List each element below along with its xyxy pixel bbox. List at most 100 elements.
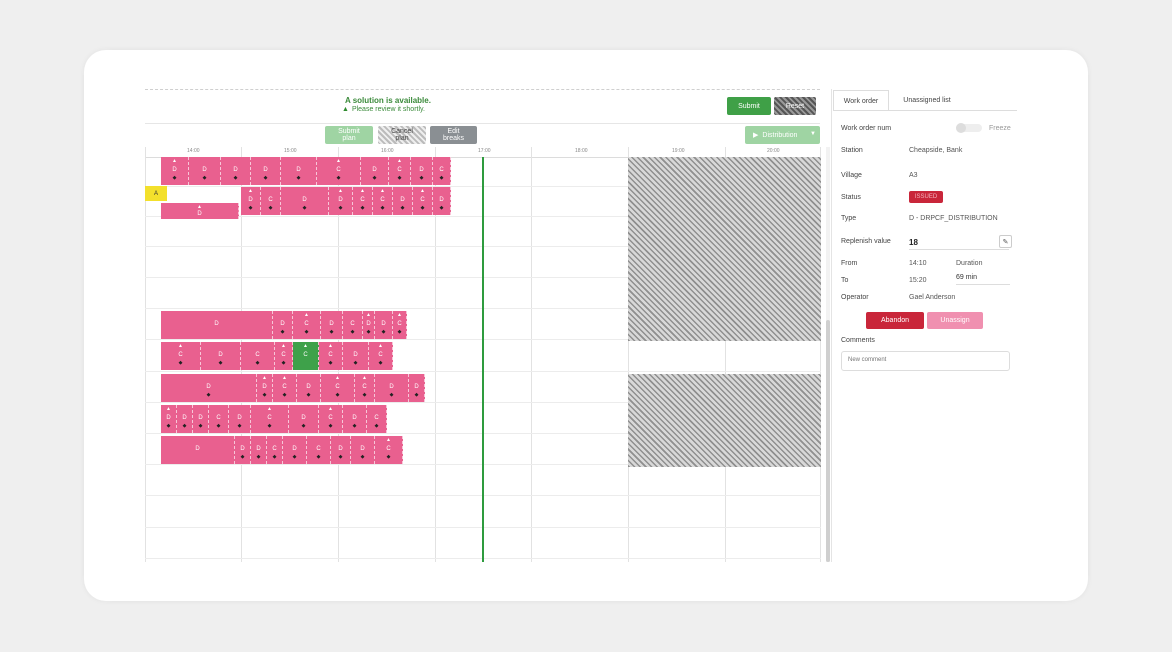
replenish-value[interactable]: 18	[909, 238, 918, 247]
work-order-block[interactable]: D ◆	[297, 374, 321, 402]
unassign-button[interactable]: Unassign	[927, 312, 983, 329]
work-order-block[interactable]: ▲ C ◆	[321, 374, 355, 402]
duration-label: Duration	[956, 260, 983, 267]
work-order-block[interactable]: D ◆	[161, 374, 257, 402]
work-order-block[interactable]: ▲ C ◆	[319, 342, 343, 370]
submit-button[interactable]: Submit	[727, 97, 771, 115]
status-badge: ISSUED	[909, 191, 943, 203]
diamond-icon: ◆	[336, 175, 341, 181]
reset-button[interactable]: Reset	[774, 97, 816, 115]
tab-unassigned-list[interactable]: Unassigned list	[892, 90, 962, 110]
work-order-block[interactable]: ▲ C ◆	[273, 374, 297, 402]
cancel-plan-button[interactable]: Cancel plan	[378, 126, 426, 144]
work-order-block[interactable]: C ◆	[367, 405, 387, 433]
work-order-block[interactable]: ▲ C ◆	[275, 342, 293, 370]
village-label: Village	[841, 172, 862, 179]
work-order-block[interactable]: D ◆	[281, 157, 317, 185]
work-order-block[interactable]: D ◆	[321, 311, 343, 339]
diamond-icon: ◆	[397, 175, 402, 181]
alert-triangle-icon: ▲	[282, 375, 287, 381]
work-order-block[interactable]: D ◆	[331, 436, 351, 464]
work-order-type: D	[372, 167, 377, 173]
work-order-block[interactable]: C ◆	[261, 187, 281, 215]
work-order-block[interactable]: ▲ C	[293, 342, 319, 370]
work-order-block[interactable]: ▲ D ◆	[329, 187, 353, 215]
work-order-block[interactable]: D ◆	[411, 157, 433, 185]
diamond-icon: ◆	[280, 329, 285, 335]
work-order-block[interactable]: D ◆	[201, 342, 241, 370]
comment-input[interactable]	[841, 351, 1010, 371]
work-order-block[interactable]: ▲ C ◆	[373, 187, 393, 215]
work-order-block[interactable]: D ◆	[281, 187, 329, 215]
freeze-toggle[interactable]	[956, 123, 982, 133]
work-order-block[interactable]: D ◆	[409, 374, 425, 402]
work-order-block[interactable]: D ◆	[361, 157, 389, 185]
work-order-block[interactable]: D ◆	[375, 374, 409, 402]
diamond-icon: ◆	[380, 205, 385, 211]
work-order-block[interactable]: D ◆	[235, 436, 251, 464]
work-order-block[interactable]: ▲ C ◆	[413, 187, 433, 215]
work-order-block[interactable]: ▲ D ◆	[161, 405, 177, 433]
tab-work-order[interactable]: Work order	[833, 90, 889, 111]
yellow-tag[interactable]: A	[145, 186, 167, 201]
work-order-block[interactable]: ▲ C ◆	[161, 342, 201, 370]
work-order-type: D	[263, 167, 268, 173]
timeline-tick: 16:00	[381, 148, 394, 154]
work-order-block[interactable]: D	[161, 311, 273, 339]
work-order-block[interactable]: C ◆	[433, 157, 451, 185]
work-order-block[interactable]: ▲ C ◆	[317, 157, 361, 185]
work-order-block[interactable]: ▲ C ◆	[355, 374, 375, 402]
work-order-block[interactable]: D ◆	[283, 436, 307, 464]
work-order-type: C	[336, 167, 341, 173]
work-order-block[interactable]: ▲ C ◆	[293, 311, 321, 339]
work-order-block[interactable]: ▲ D ◆	[257, 374, 273, 402]
distribution-button[interactable]: ▶ Distribution ▼	[745, 126, 820, 144]
work-order-block[interactable]: ▲ D ◆	[161, 157, 189, 185]
work-order-block[interactable]: ▲ C ◆	[369, 342, 393, 370]
pencil-icon[interactable]: ✎	[999, 235, 1012, 248]
work-order-block[interactable]: ▲ C ◆	[353, 187, 373, 215]
work-order-block[interactable]: D ◆	[433, 187, 451, 215]
work-order-block[interactable]: D ◆	[221, 157, 251, 185]
abandon-button[interactable]: Abandon	[866, 312, 924, 329]
diamond-icon: ◆	[338, 454, 343, 460]
work-order-block[interactable]: D ◆	[289, 405, 319, 433]
work-order-block[interactable]: C ◆	[343, 311, 363, 339]
work-order-block[interactable]: ▲ C ◆	[319, 405, 343, 433]
work-order-block[interactable]: ▲ C ◆	[251, 405, 289, 433]
edit-breaks-button[interactable]: Edit breaks	[430, 126, 477, 144]
work-order-block[interactable]: D ◆	[193, 405, 209, 433]
work-order-block[interactable]: ▲ C ◆	[389, 157, 411, 185]
work-order-block[interactable]: ▲ D ◆	[241, 187, 261, 215]
work-order-block[interactable]: D ◆	[251, 157, 281, 185]
work-order-type: D	[381, 321, 386, 327]
work-order-type: C	[380, 197, 385, 203]
work-order-block[interactable]: C ◆	[267, 436, 283, 464]
banner-subtitle: ▲ Please review it shortly.	[342, 106, 425, 113]
work-order-block[interactable]: ▲ D	[161, 203, 239, 219]
work-order-block[interactable]: D ◆	[351, 436, 375, 464]
submit-plan-button[interactable]: Submit plan	[325, 126, 373, 144]
work-order-type: D	[302, 197, 307, 203]
work-order-block[interactable]: D ◆	[273, 311, 293, 339]
work-order-block[interactable]: ▲ D ◆	[363, 311, 375, 339]
chevron-down-icon[interactable]: ▼	[810, 131, 816, 137]
work-order-block[interactable]: D ◆	[189, 157, 221, 185]
work-order-block[interactable]: D ◆	[343, 342, 369, 370]
work-order-block[interactable]: ▲ C ◆	[393, 311, 407, 339]
diamond-icon: ◆	[218, 360, 223, 366]
work-order-block[interactable]: D ◆	[229, 405, 251, 433]
work-order-block[interactable]: C ◆	[209, 405, 229, 433]
work-order-block[interactable]: D ◆	[375, 311, 393, 339]
work-order-block[interactable]: D ◆	[251, 436, 267, 464]
work-order-block[interactable]: D ◆	[177, 405, 193, 433]
work-order-block[interactable]: C ◆	[241, 342, 275, 370]
work-order-block[interactable]: ▲ C ◆	[375, 436, 403, 464]
work-order-block[interactable]: D ◆	[393, 187, 413, 215]
work-order-block[interactable]: D	[161, 436, 235, 464]
work-order-type: C	[328, 415, 333, 421]
vertical-scrollbar[interactable]	[826, 320, 830, 562]
work-order-block[interactable]: C ◆	[307, 436, 331, 464]
work-order-block[interactable]: D ◆	[343, 405, 367, 433]
diamond-icon: ◆	[206, 392, 211, 398]
